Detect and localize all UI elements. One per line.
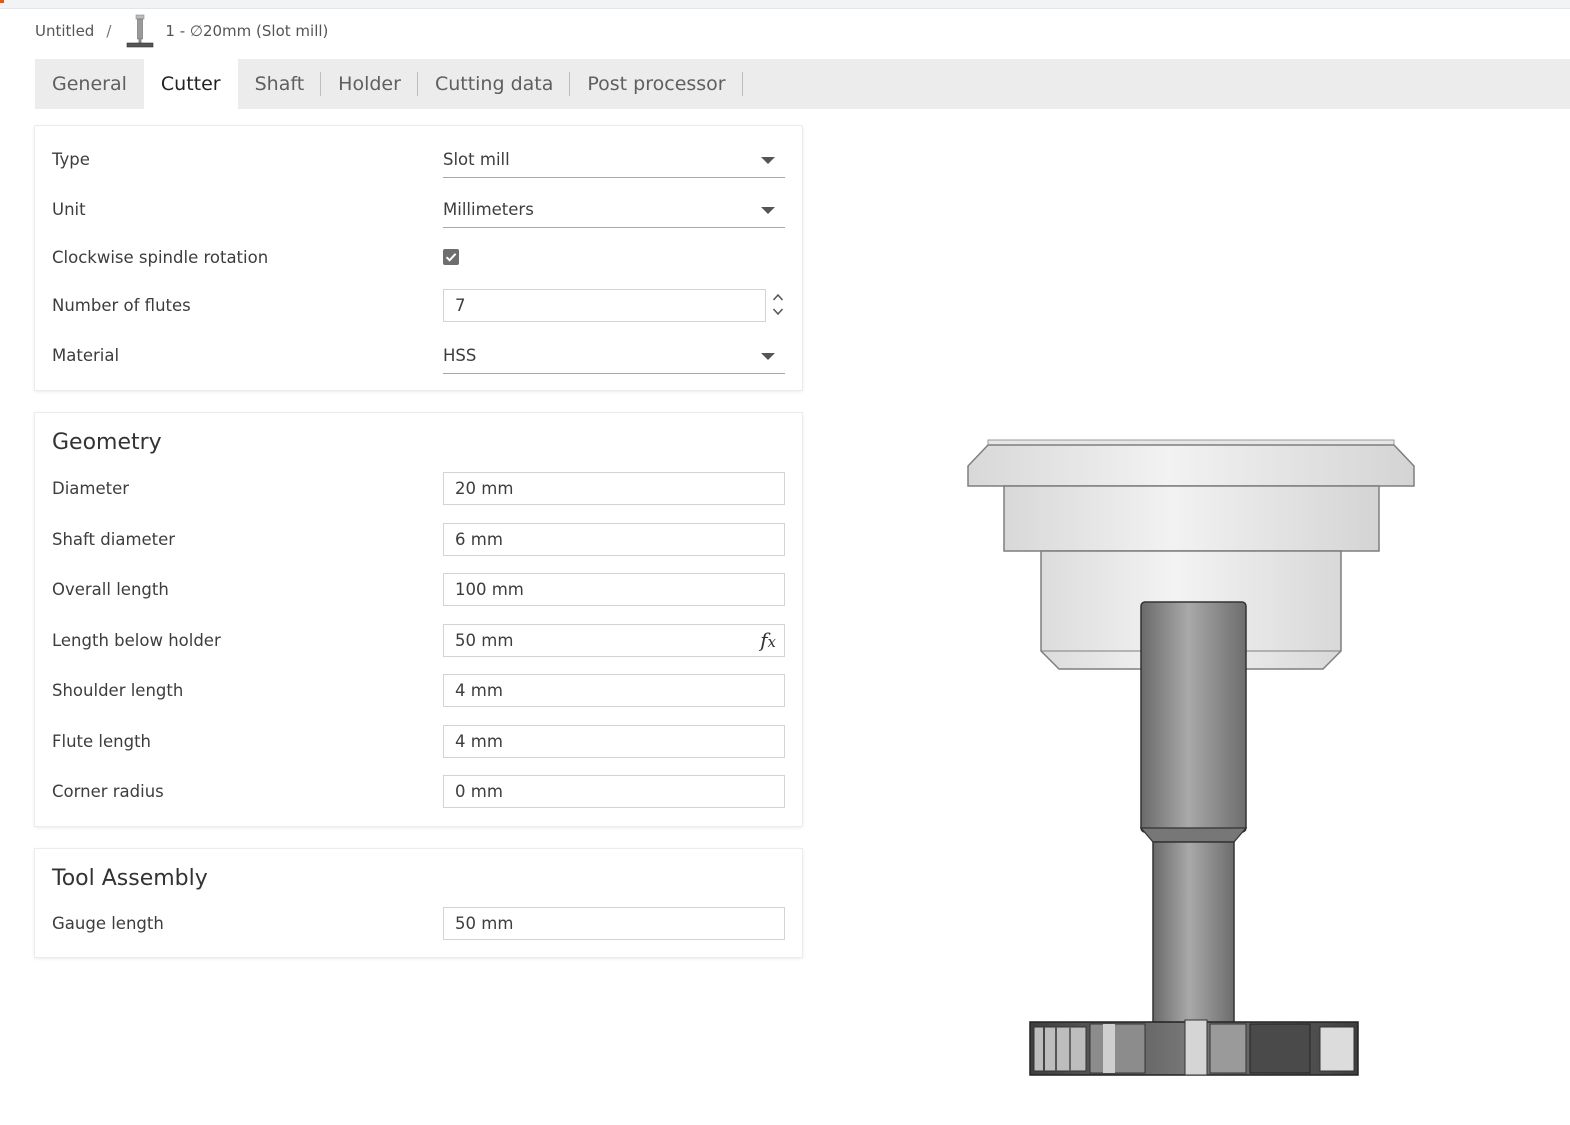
flute-length-input[interactable]: 4 mm bbox=[443, 725, 785, 758]
flutes-label: Number of flutes bbox=[52, 296, 191, 315]
tool-assembly-card: Tool Assembly Gauge length 50 mm bbox=[35, 849, 802, 957]
diameter-value: 20 mm bbox=[455, 479, 514, 498]
clockwise-row: Clockwise spindle rotation bbox=[35, 241, 802, 275]
material-label: Material bbox=[52, 346, 120, 365]
type-label: Type bbox=[52, 150, 90, 169]
tab-shaft[interactable]: Shaft bbox=[238, 59, 322, 109]
gauge-length-value: 50 mm bbox=[455, 914, 514, 933]
shoulder-length-row: Shoulder length 4 mm bbox=[35, 674, 802, 708]
type-value: Slot mill bbox=[443, 150, 510, 169]
length-below-holder-row: Length below holder 50 mm fx bbox=[35, 624, 802, 658]
tab-label: General bbox=[52, 73, 127, 95]
shaft-diameter-row: Shaft diameter 6 mm bbox=[35, 523, 802, 557]
tool-assembly-title: Tool Assembly bbox=[52, 866, 208, 891]
gauge-length-label: Gauge length bbox=[52, 914, 164, 933]
chevron-down-icon bbox=[761, 353, 775, 360]
overall-length-value: 100 mm bbox=[455, 580, 524, 599]
length-below-holder-label: Length below holder bbox=[52, 631, 221, 650]
corner-radius-row: Corner radius 0 mm bbox=[35, 775, 802, 809]
material-dropdown[interactable]: HSS bbox=[443, 339, 785, 374]
breadcrumb: Untitled / 1 - ∅20mm (Slot mill) bbox=[35, 14, 328, 48]
unit-dropdown[interactable]: Millimeters bbox=[443, 193, 785, 228]
accent-mark bbox=[0, 0, 4, 3]
tab-label: Holder bbox=[338, 73, 401, 95]
shoulder-length-input[interactable]: 4 mm bbox=[443, 674, 785, 707]
tab-divider bbox=[741, 72, 743, 96]
flutes-row: Number of flutes 7 bbox=[35, 289, 802, 323]
cutter-properties-card: Type Slot mill Unit Millimeters Clockwis… bbox=[35, 126, 802, 390]
gauge-length-row: Gauge length 50 mm bbox=[35, 907, 802, 941]
tab-post-processor[interactable]: Post processor bbox=[570, 59, 743, 109]
shaft-diameter-value: 6 mm bbox=[455, 530, 503, 549]
corner-radius-value: 0 mm bbox=[455, 782, 503, 801]
clockwise-checkbox[interactable] bbox=[443, 249, 459, 265]
overall-length-label: Overall length bbox=[52, 580, 169, 599]
tab-cutting-data[interactable]: Cutting data bbox=[418, 59, 571, 109]
top-strip bbox=[0, 0, 1570, 9]
overall-length-input[interactable]: 100 mm bbox=[443, 573, 785, 606]
length-below-holder-value: 50 mm bbox=[455, 631, 514, 650]
diameter-row: Diameter 20 mm bbox=[35, 472, 802, 506]
breadcrumb-root[interactable]: Untitled bbox=[35, 22, 94, 40]
flute-length-label: Flute length bbox=[52, 732, 151, 751]
geometry-card: Geometry Diameter 20 mm Shaft diameter 6… bbox=[35, 413, 802, 826]
shaft-shape bbox=[1139, 601, 1248, 1026]
geometry-title: Geometry bbox=[52, 430, 162, 455]
tab-label: Post processor bbox=[587, 73, 726, 95]
flute-length-row: Flute length 4 mm bbox=[35, 725, 802, 759]
tab-label: Shaft bbox=[254, 73, 305, 95]
flutes-input[interactable]: 7 bbox=[443, 289, 766, 322]
overall-length-row: Overall length 100 mm bbox=[35, 573, 802, 607]
corner-radius-input[interactable]: 0 mm bbox=[443, 775, 785, 808]
slot-mill-tool-icon bbox=[127, 14, 154, 48]
chevron-down-icon bbox=[761, 207, 775, 214]
material-row: Material HSS bbox=[35, 339, 802, 374]
type-dropdown[interactable]: Slot mill bbox=[443, 143, 785, 178]
shoulder-length-label: Shoulder length bbox=[52, 681, 184, 700]
flute-length-value: 4 mm bbox=[455, 732, 503, 751]
tab-bar: General Cutter Shaft Holder Cutting data… bbox=[35, 59, 1570, 109]
tool-preview-viewport[interactable] bbox=[960, 430, 1430, 1090]
shaft-diameter-label: Shaft diameter bbox=[52, 530, 176, 549]
tab-holder[interactable]: Holder bbox=[321, 59, 418, 109]
spinner-arrows-icon[interactable] bbox=[771, 290, 785, 320]
clockwise-label: Clockwise spindle rotation bbox=[52, 248, 269, 267]
material-value: HSS bbox=[443, 346, 477, 365]
diameter-input[interactable]: 20 mm bbox=[443, 472, 785, 505]
tab-label: Cutter bbox=[160, 73, 221, 95]
flutes-value: 7 bbox=[455, 296, 466, 315]
formula-fx-icon[interactable]: fx bbox=[760, 628, 776, 652]
tab-general[interactable]: General bbox=[35, 59, 144, 109]
unit-label: Unit bbox=[52, 200, 86, 219]
breadcrumb-tool-name: 1 - ∅20mm (Slot mill) bbox=[165, 22, 329, 40]
corner-radius-label: Corner radius bbox=[52, 782, 164, 801]
shoulder-length-value: 4 mm bbox=[455, 681, 503, 700]
type-row: Type Slot mill bbox=[35, 143, 802, 178]
checkmark-icon bbox=[445, 253, 457, 262]
length-below-holder-input[interactable]: 50 mm fx bbox=[443, 624, 785, 657]
slot-cutter-shape bbox=[1029, 1019, 1359, 1076]
shaft-diameter-input[interactable]: 6 mm bbox=[443, 523, 785, 556]
chevron-down-icon bbox=[761, 157, 775, 164]
breadcrumb-separator: / bbox=[106, 22, 112, 40]
diameter-label: Diameter bbox=[52, 479, 130, 498]
unit-value: Millimeters bbox=[443, 200, 534, 219]
tab-cutter[interactable]: Cutter bbox=[143, 59, 238, 109]
tab-label: Cutting data bbox=[434, 73, 554, 95]
unit-row: Unit Millimeters bbox=[35, 193, 802, 228]
gauge-length-input[interactable]: 50 mm bbox=[443, 907, 785, 940]
